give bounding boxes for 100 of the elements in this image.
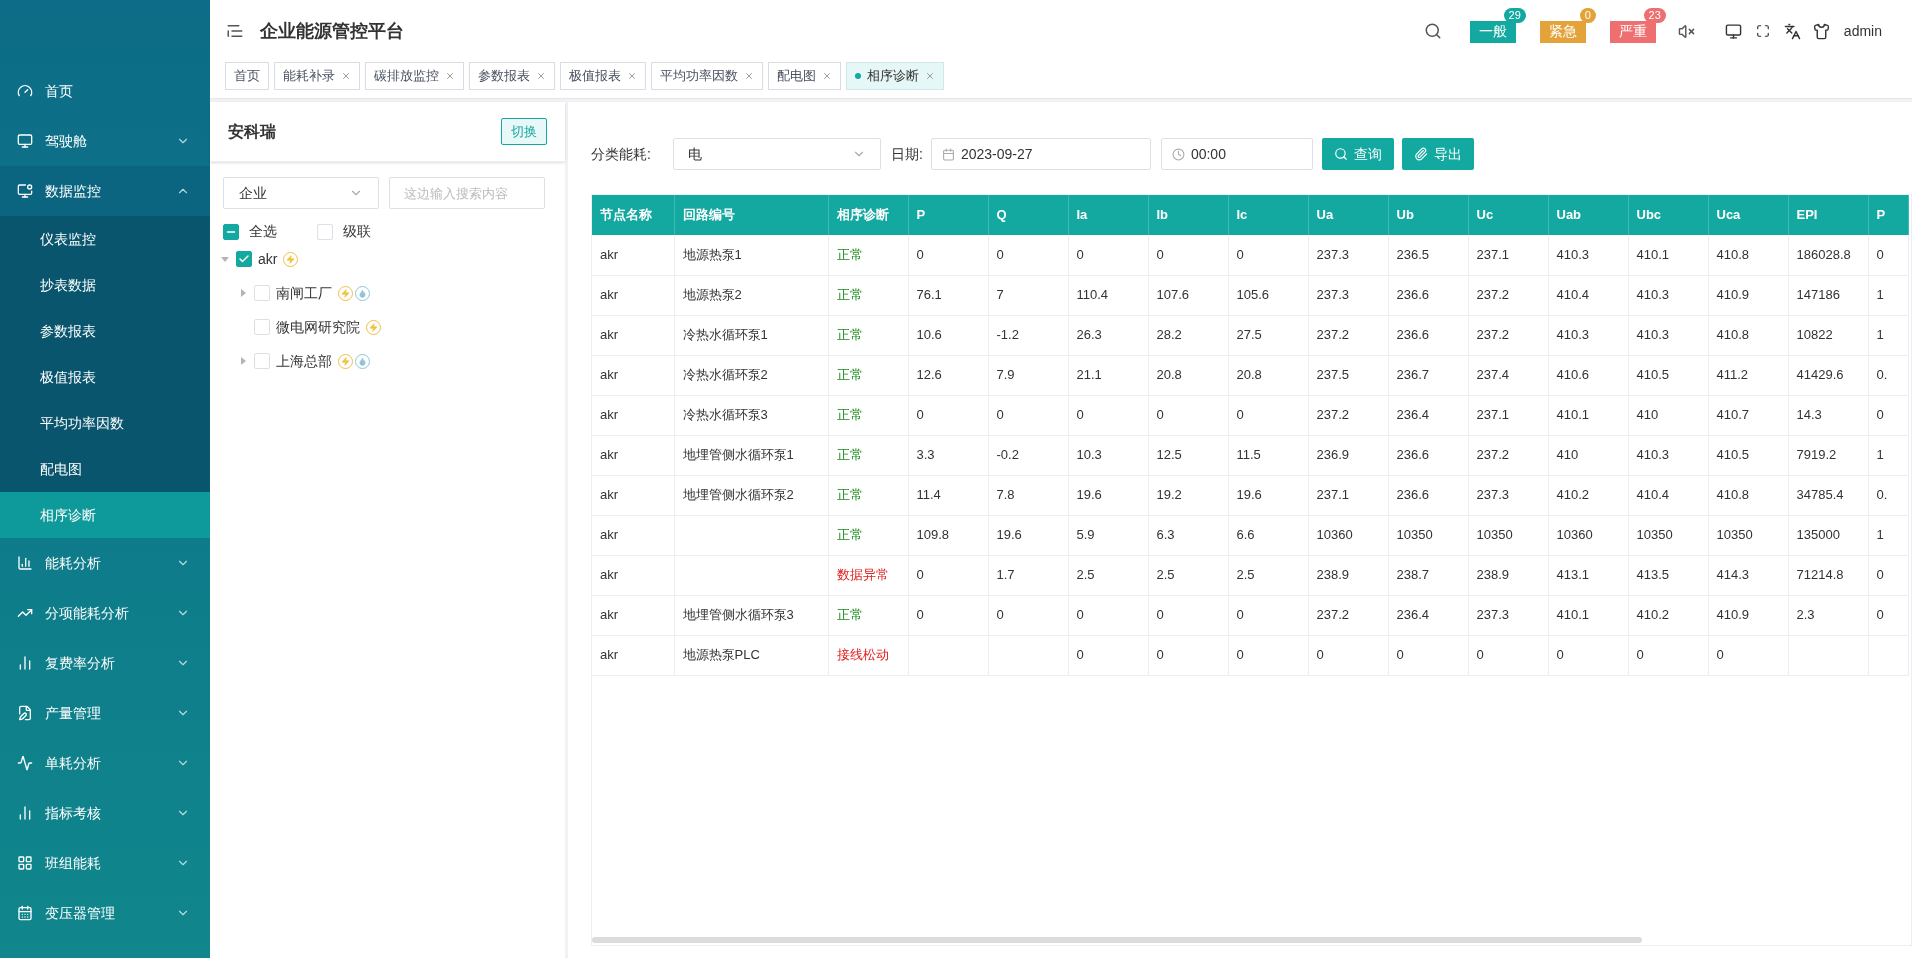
mute-icon[interactable] — [1677, 22, 1695, 40]
app-title: 企业能源管控平台 — [260, 19, 404, 43]
column-header: EPI — [1788, 195, 1868, 235]
sidebar-item[interactable]: 变压器管理 — [0, 888, 210, 938]
table-cell: 237.2 — [1468, 435, 1548, 475]
table-cell: 0 — [988, 395, 1068, 435]
table-cell: 冷热水循环泵3 — [674, 395, 828, 435]
close-icon[interactable] — [627, 71, 637, 81]
table-cell: 410.4 — [1628, 475, 1708, 515]
submenu-item[interactable]: 平均功率因数 — [0, 400, 210, 446]
table-cell: 410.9 — [1708, 595, 1788, 635]
table-cell: 地埋管侧水循环泵1 — [674, 435, 828, 475]
page-tab[interactable]: 平均功率因数 — [651, 62, 763, 90]
close-icon[interactable] — [822, 71, 832, 81]
sidebar-item[interactable]: 能耗分析 — [0, 538, 210, 588]
close-icon[interactable] — [744, 71, 754, 81]
close-icon[interactable] — [925, 71, 935, 81]
screen-icon[interactable] — [1724, 22, 1742, 40]
page-tab[interactable]: 能耗补录 — [274, 62, 360, 90]
page-tab[interactable]: 参数报表 — [469, 62, 555, 90]
page-tab[interactable]: 相序诊断 — [846, 62, 944, 90]
table-cell: 410.1 — [1548, 595, 1628, 635]
caret-icon[interactable] — [239, 357, 247, 365]
table-cell: 410.3 — [1548, 235, 1628, 275]
search-icon[interactable] — [1423, 22, 1442, 40]
sidebar-item[interactable]: 首页 — [0, 66, 210, 116]
tree-node-label[interactable]: akr — [258, 248, 278, 270]
table-cell: 6.6 — [1228, 515, 1308, 555]
caret-icon[interactable] — [239, 289, 247, 297]
table-cell: 236.7 — [1388, 355, 1468, 395]
table-cell: 410 — [1548, 435, 1628, 475]
table-cell: 地源热泵PLC — [674, 635, 828, 675]
table-cell: 237.2 — [1308, 595, 1388, 635]
table-cell: 410.6 — [1548, 355, 1628, 395]
table-cell: 7919.2 — [1788, 435, 1868, 475]
column-header: Ubc — [1628, 195, 1708, 235]
sidebar-item[interactable]: 产量管理 — [0, 688, 210, 738]
submenu-item[interactable]: 参数报表 — [0, 308, 210, 354]
sidebar-item[interactable]: 复费率分析 — [0, 638, 210, 688]
field-label: 分类能耗: — [591, 144, 652, 164]
sidebar-item[interactable]: 班组能耗 — [0, 838, 210, 888]
table-cell: 19.6 — [988, 515, 1068, 555]
close-icon[interactable] — [341, 71, 351, 81]
table-cell: akr — [592, 395, 674, 435]
sidebar-item[interactable]: 指标考核 — [0, 788, 210, 838]
panel-title: 安科瑞 — [228, 121, 276, 142]
tree-node-label[interactable]: 微电网研究院 — [276, 316, 360, 338]
table-cell: 地源热泵2 — [674, 275, 828, 315]
page-tab[interactable]: 配电图 — [768, 62, 841, 90]
page-tab[interactable]: 碳排放监控 — [365, 62, 464, 90]
table-cell: 0 — [908, 235, 988, 275]
fullscreen-icon[interactable] — [1755, 24, 1770, 38]
table-cell: akr — [592, 515, 674, 555]
submenu-item[interactable]: 仪表监控 — [0, 216, 210, 262]
table-cell: 冷热水循环泵2 — [674, 355, 828, 395]
menu-toggle-icon[interactable] — [226, 22, 244, 40]
username[interactable]: admin — [1843, 20, 1882, 42]
table-cell: 0 — [1068, 395, 1148, 435]
status-cell: 正常 — [828, 395, 908, 435]
caret-icon[interactable] — [221, 255, 229, 263]
table-cell: 3.3 — [908, 435, 988, 475]
language-icon[interactable] — [1783, 22, 1801, 40]
page-tab[interactable]: 首页 — [225, 62, 269, 90]
calendar-icon — [17, 905, 33, 921]
table-cell: 19.6 — [1228, 475, 1308, 515]
table-cell: 10360 — [1308, 515, 1388, 555]
table-cell: 237.4 — [1468, 355, 1548, 395]
search-field[interactable]: 这边输入搜索内容 — [389, 177, 545, 209]
table-cell: 236.4 — [1388, 595, 1468, 635]
category-select[interactable]: 电 — [673, 138, 881, 170]
count-badge: 29 — [1503, 8, 1526, 23]
submenu-item[interactable]: 配电图 — [0, 446, 210, 492]
close-icon[interactable] — [536, 71, 546, 81]
shirt-icon[interactable] — [1812, 22, 1830, 40]
horizontal-scrollbar[interactable] — [592, 937, 1642, 943]
count-badge: 23 — [1643, 8, 1666, 23]
sidebar-item[interactable]: 驾驶舱 — [0, 116, 210, 166]
sidebar-item[interactable]: 数据监控 — [0, 166, 210, 216]
table-cell: 237.2 — [1308, 315, 1388, 355]
time-field[interactable]: 00:00 — [1160, 138, 1313, 170]
column-header: Ub — [1388, 195, 1468, 235]
page-tab[interactable]: 极值报表 — [560, 62, 646, 90]
sidebar-item[interactable]: 分项能耗分析 — [0, 588, 210, 638]
close-icon[interactable] — [445, 71, 455, 81]
sidebar-item[interactable]: 单耗分析 — [0, 738, 210, 788]
table-cell: 410.8 — [1708, 475, 1788, 515]
date-field[interactable]: 2023-09-27 — [930, 138, 1151, 170]
tree-node-label[interactable]: 上海总部 — [276, 350, 332, 372]
table-cell: 21.1 — [1068, 355, 1148, 395]
checkbox[interactable] — [223, 223, 239, 240]
table-cell: 0 — [1228, 635, 1308, 675]
bar-chart-icon — [17, 655, 33, 671]
table-cell: -0.2 — [988, 435, 1068, 475]
submenu-item[interactable]: 极值报表 — [0, 354, 210, 400]
type-select[interactable]: 企业 — [223, 177, 379, 209]
checkbox[interactable] — [236, 251, 252, 267]
table-cell: 236.4 — [1388, 395, 1468, 435]
tree-node-label[interactable]: 南闸工厂 — [276, 282, 332, 304]
monitor-icon — [17, 133, 33, 149]
submenu-item[interactable]: 抄表数据 — [0, 262, 210, 308]
